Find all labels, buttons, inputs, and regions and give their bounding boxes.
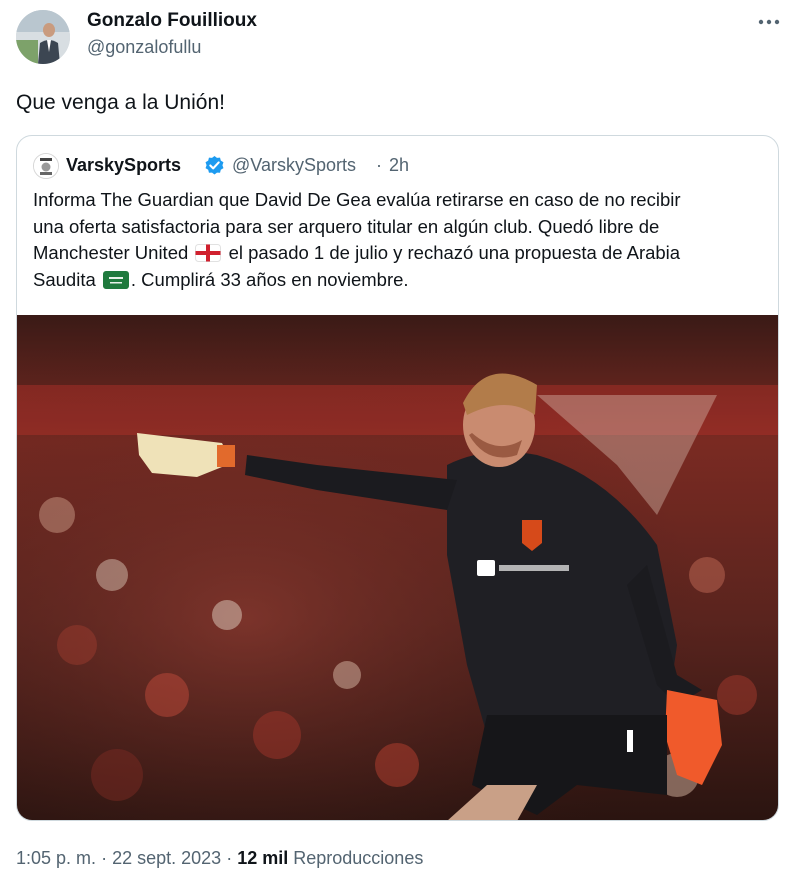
verified-badge-icon: [205, 155, 224, 175]
author-name[interactable]: Gonzalo Fouillioux: [87, 10, 257, 32]
meta-separator: ·: [101, 848, 108, 868]
quoted-text-segment: el pasado 1 de julio y rechazó una propu…: [228, 242, 681, 263]
views-label: Reproducciones: [293, 848, 424, 868]
quoted-text-line: Informa The Guardian que David De Gea ev…: [33, 189, 681, 210]
quoted-text-line: Saudita . Cumplirá 33 años en noviembre.: [33, 267, 768, 294]
author-avatar[interactable]: [16, 10, 70, 64]
quoted-media-photo[interactable]: [17, 315, 778, 820]
goalkeeper-photo: [17, 315, 778, 820]
views-count: 12 mil: [237, 848, 289, 868]
more-dots-icon: [758, 19, 780, 25]
quoted-author-handle[interactable]: @VarskySports: [232, 155, 356, 176]
more-options-button[interactable]: [752, 8, 786, 36]
quoted-author-name[interactable]: VarskySports: [66, 155, 181, 176]
quoted-tweet[interactable]: VarskySports @VarskySports · 2h Informa …: [16, 135, 779, 821]
quoted-text-line: Manchester United el pasado 1 de julio y…: [33, 240, 768, 267]
quoted-timestamp[interactable]: 2h: [389, 155, 409, 176]
tweet-text: Que venga a la Unión!: [16, 91, 225, 114]
author-handle[interactable]: @gonzalofullu: [87, 37, 201, 58]
quoted-text: Informa The Guardian que David De Gea ev…: [33, 187, 768, 293]
saudi-flag-icon: [102, 270, 129, 289]
meta-separator: ·: [226, 848, 233, 868]
tweet-time[interactable]: 1:05 p. m.: [16, 848, 96, 868]
avatar-image: [16, 10, 70, 64]
quoted-separator: ·: [376, 155, 382, 175]
england-flag-icon: [195, 244, 222, 262]
tweet-metadata: 1:05 p. m. · 22 sept. 2023 · 12 mil Repr…: [16, 848, 423, 869]
quoted-text-line: una oferta satisfactoria para ser arquer…: [33, 215, 660, 237]
quoted-text-segment: . Cumplirá 33 años en noviembre.: [130, 268, 409, 290]
quoted-avatar[interactable]: [33, 153, 59, 179]
quoted-text-segment: Manchester United: [33, 242, 189, 263]
quoted-avatar-image: [34, 154, 58, 178]
tweet-date[interactable]: 22 sept. 2023: [112, 848, 221, 868]
tweet-card: Gonzalo Fouillioux @gonzalofullu Que ven…: [0, 0, 800, 879]
quoted-text-segment: Saudita: [33, 268, 96, 290]
